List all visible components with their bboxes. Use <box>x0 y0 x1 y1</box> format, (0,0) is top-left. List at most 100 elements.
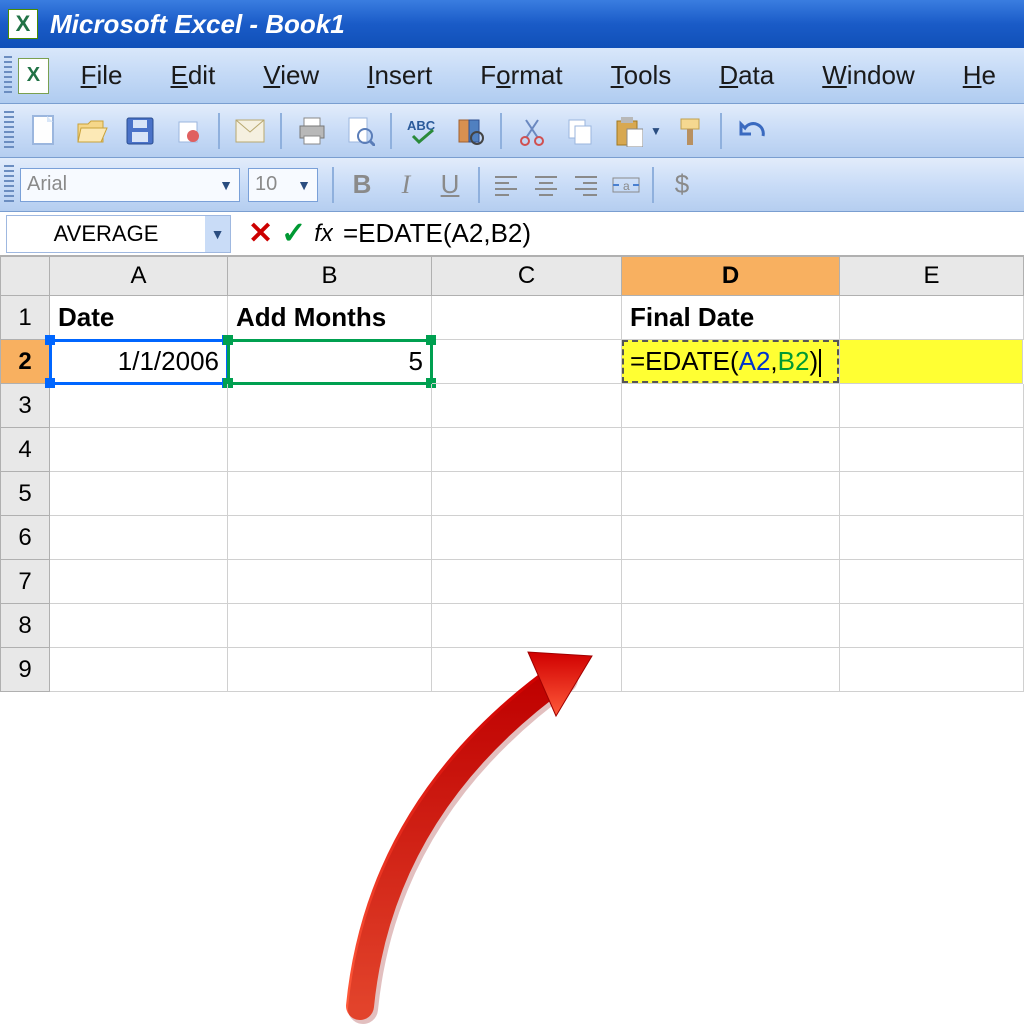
cell-E4[interactable] <box>840 428 1024 472</box>
paste-dropdown-icon[interactable]: ▼ <box>650 124 662 138</box>
cell-E3[interactable] <box>840 384 1024 428</box>
menu-insert[interactable]: Insert <box>343 54 456 97</box>
bold-button[interactable]: B <box>340 165 384 205</box>
cell-B6[interactable] <box>228 516 432 560</box>
open-button[interactable] <box>70 109 114 153</box>
cell-D1[interactable]: Final Date <box>622 296 840 340</box>
toolbar-grip-icon[interactable] <box>4 56 12 96</box>
cell-B5[interactable] <box>228 472 432 516</box>
align-center-button[interactable] <box>526 165 566 205</box>
menu-file[interactable]: File <box>57 54 147 97</box>
cell-E9[interactable] <box>840 648 1024 692</box>
cell-C1[interactable] <box>432 296 622 340</box>
permission-button[interactable] <box>166 109 210 153</box>
cell-D4[interactable] <box>622 428 840 472</box>
cell-C9[interactable] <box>432 648 622 692</box>
column-header-A[interactable]: A <box>50 256 228 296</box>
column-header-B[interactable]: B <box>228 256 432 296</box>
spelling-button[interactable]: ABC <box>400 109 444 153</box>
cell-A9[interactable] <box>50 648 228 692</box>
menu-help[interactable]: He <box>939 54 1020 97</box>
font-size-select[interactable]: 10▼ <box>248 168 318 202</box>
cell-B3[interactable] <box>228 384 432 428</box>
menu-view[interactable]: View <box>239 54 343 97</box>
cell-D7[interactable] <box>622 560 840 604</box>
cell-editor[interactable]: =EDATE(A2,B2) <box>630 346 821 377</box>
cell-D5[interactable] <box>622 472 840 516</box>
cell-D6[interactable] <box>622 516 840 560</box>
cell-B2[interactable]: 5 <box>228 340 432 384</box>
row-header-6[interactable]: 6 <box>0 516 50 560</box>
cell-C6[interactable] <box>432 516 622 560</box>
formula-cancel-button[interactable]: ✕ <box>248 216 273 251</box>
cell-C4[interactable] <box>432 428 622 472</box>
cell-E1[interactable] <box>840 296 1024 340</box>
cell-E2[interactable] <box>839 340 1023 384</box>
cell-B1[interactable]: Add Months <box>228 296 432 340</box>
column-header-C[interactable]: C <box>432 256 622 296</box>
cell-D9[interactable] <box>622 648 840 692</box>
formula-input[interactable] <box>333 215 1024 253</box>
paste-button[interactable] <box>606 109 650 153</box>
cell-C8[interactable] <box>432 604 622 648</box>
cell-B9[interactable] <box>228 648 432 692</box>
range-handle-icon[interactable] <box>45 335 55 345</box>
toolbar-grip-icon[interactable] <box>4 111 14 151</box>
cell-C2[interactable] <box>432 340 622 384</box>
cell-B7[interactable] <box>228 560 432 604</box>
cut-button[interactable] <box>510 109 554 153</box>
cell-D2[interactable]: =EDATE(A2,B2) <box>622 340 840 384</box>
email-button[interactable] <box>228 109 272 153</box>
menu-window[interactable]: Window <box>798 54 938 97</box>
cell-B8[interactable] <box>228 604 432 648</box>
column-header-E[interactable]: E <box>840 256 1024 296</box>
row-header-8[interactable]: 8 <box>0 604 50 648</box>
align-right-button[interactable] <box>566 165 606 205</box>
cell-C5[interactable] <box>432 472 622 516</box>
format-painter-button[interactable] <box>668 109 712 153</box>
name-box[interactable]: AVERAGE ▼ <box>6 215 206 253</box>
undo-button[interactable] <box>730 109 774 153</box>
print-preview-button[interactable] <box>338 109 382 153</box>
row-header-3[interactable]: 3 <box>0 384 50 428</box>
cell-A8[interactable] <box>50 604 228 648</box>
row-header-2[interactable]: 2 <box>0 340 50 384</box>
row-header-7[interactable]: 7 <box>0 560 50 604</box>
align-left-button[interactable] <box>486 165 526 205</box>
menu-format[interactable]: Format <box>456 54 586 97</box>
print-button[interactable] <box>290 109 334 153</box>
research-button[interactable] <box>448 109 492 153</box>
cell-A2[interactable]: 1/1/2006 <box>50 340 228 384</box>
column-header-D[interactable]: D <box>622 256 840 296</box>
currency-button[interactable]: $ <box>660 165 704 205</box>
menu-data[interactable]: Data <box>695 54 798 97</box>
row-header-4[interactable]: 4 <box>0 428 50 472</box>
select-all-corner[interactable] <box>0 256 50 296</box>
font-name-select[interactable]: Arial▼ <box>20 168 240 202</box>
cell-E5[interactable] <box>840 472 1024 516</box>
cell-B4[interactable] <box>228 428 432 472</box>
cell-C3[interactable] <box>432 384 622 428</box>
cell-A7[interactable] <box>50 560 228 604</box>
range-handle-icon[interactable] <box>223 335 233 345</box>
copy-button[interactable] <box>558 109 602 153</box>
cell-E8[interactable] <box>840 604 1024 648</box>
toolbar-grip-icon[interactable] <box>4 165 14 205</box>
cell-A6[interactable] <box>50 516 228 560</box>
cell-D8[interactable] <box>622 604 840 648</box>
italic-button[interactable]: I <box>384 165 428 205</box>
cell-E7[interactable] <box>840 560 1024 604</box>
merge-center-button[interactable]: a <box>606 165 646 205</box>
name-box-dropdown-icon[interactable]: ▼ <box>205 215 231 253</box>
cell-A1[interactable]: Date <box>50 296 228 340</box>
workbook-icon[interactable]: X <box>18 58 48 94</box>
cell-A5[interactable] <box>50 472 228 516</box>
row-header-9[interactable]: 9 <box>0 648 50 692</box>
row-header-1[interactable]: 1 <box>0 296 50 340</box>
formula-enter-button[interactable]: ✓ <box>281 216 306 251</box>
menu-edit[interactable]: Edit <box>147 54 240 97</box>
row-header-5[interactable]: 5 <box>0 472 50 516</box>
cell-D3[interactable] <box>622 384 840 428</box>
menu-tools[interactable]: Tools <box>587 54 696 97</box>
cell-E6[interactable] <box>840 516 1024 560</box>
